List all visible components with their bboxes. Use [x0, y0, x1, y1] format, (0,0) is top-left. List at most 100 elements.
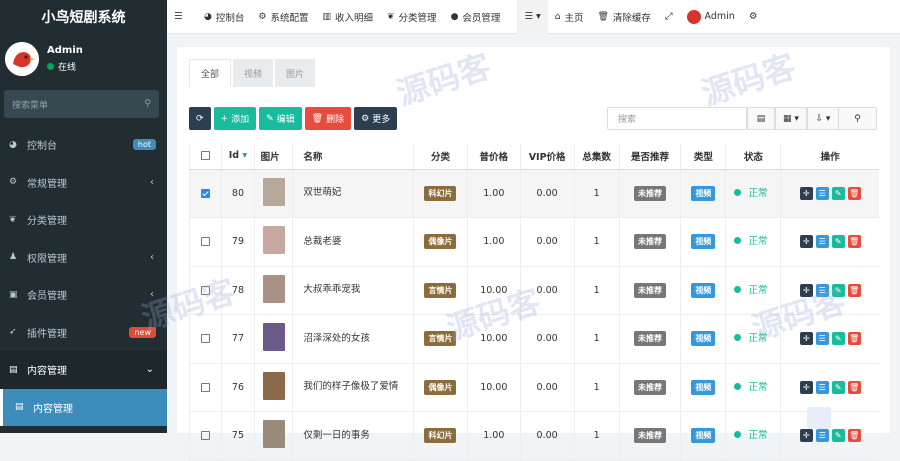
topnav-dashboard[interactable]: ◕ 控制台	[197, 0, 251, 34]
status-text: 正常	[748, 284, 768, 296]
columns-button[interactable]: ▦ ▾	[775, 107, 807, 130]
topnav-label: 控制台	[215, 12, 245, 24]
tab-all[interactable]: 全部	[189, 59, 232, 87]
cell-price: 1.00	[466, 217, 521, 267]
detail-button[interactable]: ☰	[815, 186, 829, 200]
sidebar-item-4[interactable]: ♟ 权限管理 ‹	[0, 239, 167, 277]
row-checkbox[interactable]	[201, 237, 211, 247]
more-button[interactable]: ⚙ 更多	[354, 107, 398, 130]
table-row[interactable]: 78 大叔乖乖宠我 言情片 10.00 0.00 1 未推荐 视频 正常 ✛ ☰ ✎ 🗑	[188, 266, 879, 315]
row-delete-button[interactable]: 🗑	[847, 380, 861, 394]
drag-sort-button[interactable]: ✛	[799, 283, 813, 297]
topnav-clear-cache[interactable]: 🗑 清除缓存	[590, 0, 657, 34]
detail-button[interactable]: ☰	[815, 429, 829, 443]
print-button[interactable]: ▤	[747, 107, 775, 130]
tab-image[interactable]: 图片	[275, 59, 316, 87]
row-delete-button[interactable]: 🗑	[847, 235, 861, 249]
search-toggle-button[interactable]: ⚲	[839, 107, 877, 130]
row-select-cell[interactable]	[188, 217, 222, 267]
row-checkbox[interactable]	[201, 285, 211, 295]
fullscreen-icon[interactable]: ⤢	[658, 0, 680, 34]
cell-status: 正常	[725, 217, 781, 267]
table-row[interactable]: 77 沼泽深处的女孩 言情片 10.00 0.00 1 未推荐 视频 正常 ✛ ☰ ✎ 🗑	[188, 314, 879, 364]
sidebar-search[interactable]: 搜索菜单 ⚲	[4, 90, 159, 118]
sidebar-item-1[interactable]: ◕ 控制台 hot	[0, 126, 167, 164]
col-price: 普价格	[466, 143, 521, 170]
drag-sort-button[interactable]: ✛	[799, 380, 813, 394]
row-select-cell[interactable]	[188, 363, 222, 412]
row-edit-button[interactable]: ✎	[831, 380, 845, 394]
row-checkbox[interactable]	[201, 382, 211, 392]
detail-button[interactable]: ☰	[815, 380, 829, 394]
col-id[interactable]: Id ▾	[221, 143, 255, 170]
cover-thumbnail[interactable]	[262, 177, 285, 206]
row-delete-button[interactable]: 🗑	[847, 429, 861, 443]
select-all-checkbox[interactable]	[201, 151, 211, 161]
topnav-admin[interactable]: Admin	[680, 0, 742, 34]
detail-button[interactable]: ☰	[815, 283, 829, 297]
topnav-system-config[interactable]: ⚙ 系统配置	[251, 0, 315, 34]
row-edit-button[interactable]: ✎	[831, 332, 845, 346]
delete-button[interactable]: 🗑 删除	[304, 107, 352, 130]
cell-episodes: 1	[573, 217, 620, 267]
sidebar-item-6[interactable]: ➶ 插件管理 new	[0, 314, 167, 352]
sidebar-item-3[interactable]: ❦ 分类管理	[0, 201, 167, 239]
cover-thumbnail[interactable]	[262, 274, 285, 303]
plus-icon: +	[220, 113, 229, 124]
menu-toggle-icon[interactable]: ☰	[167, 0, 197, 34]
floating-widget-icon[interactable]	[807, 407, 831, 429]
table-row[interactable]: 75 仅剩一日的事务 科幻片 1.00 0.00 1 未推荐 视频 正常 ✛ ☰ ✎ 🗑	[188, 411, 879, 461]
settings-gear-icon[interactable]: ⚙	[742, 0, 765, 34]
cell-image[interactable]	[253, 266, 293, 315]
row-delete-button[interactable]: 🗑	[847, 283, 861, 297]
drag-sort-button[interactable]: ✛	[799, 186, 813, 200]
select-all-header[interactable]	[188, 143, 222, 170]
chevron-icon: ‹	[150, 289, 154, 301]
drag-sort-button[interactable]: ✛	[799, 235, 813, 249]
row-select-cell[interactable]	[188, 266, 222, 315]
row-select-cell[interactable]	[188, 314, 222, 364]
drag-sort-button[interactable]: ✛	[799, 429, 813, 443]
cover-thumbnail[interactable]	[262, 226, 285, 255]
sidebar-item-8[interactable]: ▤ 内容管理	[0, 388, 167, 426]
row-edit-button[interactable]: ✎	[831, 235, 845, 249]
row-edit-button[interactable]: ✎	[831, 429, 845, 443]
refresh-button[interactable]: ⟳	[189, 107, 211, 130]
add-button[interactable]: + 添加	[213, 107, 257, 130]
cover-thumbnail[interactable]	[262, 323, 285, 352]
cell-image[interactable]	[253, 314, 293, 364]
row-edit-button[interactable]: ✎	[831, 283, 845, 297]
topnav-home[interactable]: ⌂ 主页	[548, 0, 591, 34]
cell-type: 视频	[680, 314, 726, 364]
cover-thumbnail[interactable]	[262, 371, 285, 400]
topnav-income[interactable]: ▥ 收入明细	[315, 0, 380, 34]
table-row[interactable]: 79 总裁老婆 偶像片 1.00 0.00 1 未推荐 视频 正常 ✛ ☰ ✎ 🗑	[188, 217, 879, 267]
table-search-input[interactable]: 搜索	[607, 107, 747, 130]
row-select-cell[interactable]	[188, 411, 222, 461]
detail-button[interactable]: ☰	[815, 332, 829, 346]
cover-thumbnail[interactable]	[262, 420, 285, 449]
cell-image[interactable]	[253, 363, 293, 412]
drag-sort-button[interactable]: ✛	[799, 332, 813, 346]
cell-image[interactable]	[253, 217, 293, 267]
table-row[interactable]: 80 双世萌妃 科幻片 1.00 0.00 1 未推荐 视频 正常 ✛ ☰ ✎ 🗑	[188, 169, 879, 218]
row-checkbox[interactable]	[201, 334, 211, 344]
topnav-members[interactable]: ● 会员管理	[444, 0, 508, 34]
edit-button[interactable]: ✎ 编辑	[259, 107, 302, 130]
sidebar-item-2[interactable]: ⚙ 常规管理 ‹	[0, 164, 167, 202]
row-edit-button[interactable]: ✎	[831, 186, 845, 200]
cell-image[interactable]	[253, 169, 293, 218]
table-row[interactable]: 76 我们的样子像极了爱情 偶像片 10.00 0.00 1 未推荐 视频 正常 ✛ ☰ ✎ 🗑	[188, 363, 879, 412]
cell-image[interactable]	[253, 411, 293, 461]
row-delete-button[interactable]: 🗑	[847, 186, 861, 200]
sidebar-item-7[interactable]: ▤ 内容管理 ⌄	[0, 351, 167, 389]
detail-button[interactable]: ☰	[815, 235, 829, 249]
row-checkbox[interactable]	[201, 188, 211, 198]
row-delete-button[interactable]: 🗑	[847, 332, 861, 346]
row-select-cell[interactable]	[188, 169, 222, 218]
topnav-category[interactable]: ❦ 分类管理	[380, 0, 444, 34]
topnav-more-dropdown[interactable]: ☰ ▾	[517, 0, 548, 34]
export-button[interactable]: ⇩ ▾	[807, 107, 839, 130]
sidebar-item-5[interactable]: ▣ 会员管理 ‹	[0, 276, 167, 314]
tab-video[interactable]: 视频	[233, 59, 274, 87]
